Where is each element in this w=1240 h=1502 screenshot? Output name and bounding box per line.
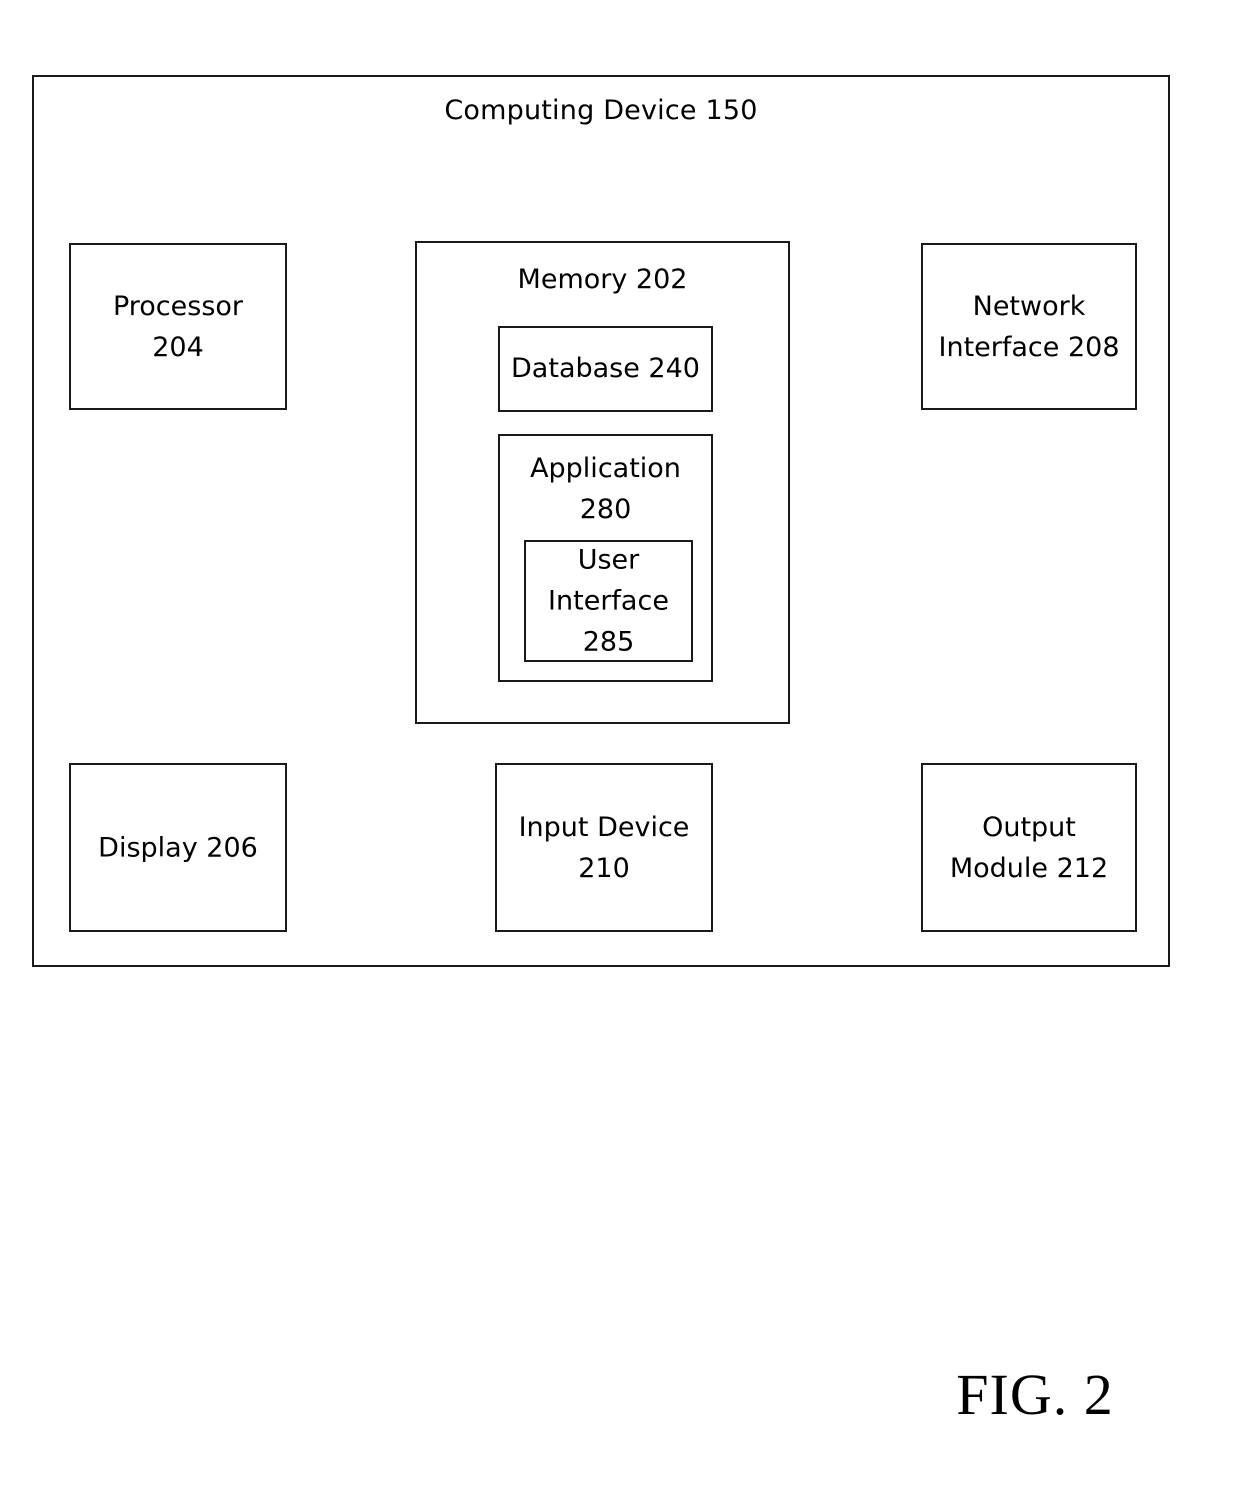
input-device-label: Input Device 210 — [497, 807, 711, 889]
input-device-block: Input Device 210 — [495, 763, 713, 932]
application-block: Application 280 User Interface 285 — [498, 434, 713, 682]
input-device-label-line-2: 210 — [578, 852, 630, 884]
output-module-label-line-2: Module 212 — [949, 852, 1109, 884]
display-label-line-1: Display 206 — [98, 832, 258, 863]
user-interface-block: User Interface 285 — [524, 540, 693, 662]
output-module-block: Output Module 212 — [921, 763, 1137, 932]
application-label: Application 280 — [500, 448, 711, 530]
figure-caption: FIG. 2 — [956, 1362, 1114, 1427]
application-label-line-2: 280 — [579, 494, 632, 525]
processor-block: Processor 204 — [69, 243, 287, 410]
memory-block: Memory 202 Database 240 Application 280 … — [415, 241, 790, 724]
network-interface-label-line-1: Network — [972, 290, 1086, 322]
network-interface-label-line-2: Interface 208 — [938, 331, 1120, 363]
display-label: Display 206 — [71, 827, 285, 868]
database-label: Database 240 — [500, 352, 711, 386]
display-block: Display 206 — [69, 763, 287, 932]
input-device-label-line-1: Input Device — [518, 811, 690, 843]
database-block: Database 240 — [498, 326, 713, 412]
computing-device-frame: Computing Device 150 Processor 204 Memor… — [32, 75, 1170, 967]
network-interface-label: Network Interface 208 — [923, 286, 1135, 368]
user-interface-label-line-2: Interface — [548, 585, 669, 617]
processor-label: Processor 204 — [71, 286, 285, 368]
user-interface-label-line-1: User — [577, 544, 640, 576]
memory-title: Memory 202 — [517, 264, 688, 295]
user-interface-label-line-3: 285 — [582, 626, 635, 658]
database-label-line-1: Database 240 — [511, 353, 700, 384]
network-interface-block: Network Interface 208 — [921, 243, 1137, 410]
output-module-label-line-1: Output — [982, 811, 1076, 843]
processor-label-line-2: 204 — [152, 331, 204, 363]
processor-label-line-1: Processor — [112, 290, 244, 322]
application-label-line-1: Application — [530, 453, 681, 484]
output-module-label: Output Module 212 — [923, 807, 1135, 889]
computing-device-title: Computing Device 150 — [444, 95, 758, 126]
user-interface-label: User Interface 285 — [526, 540, 691, 663]
